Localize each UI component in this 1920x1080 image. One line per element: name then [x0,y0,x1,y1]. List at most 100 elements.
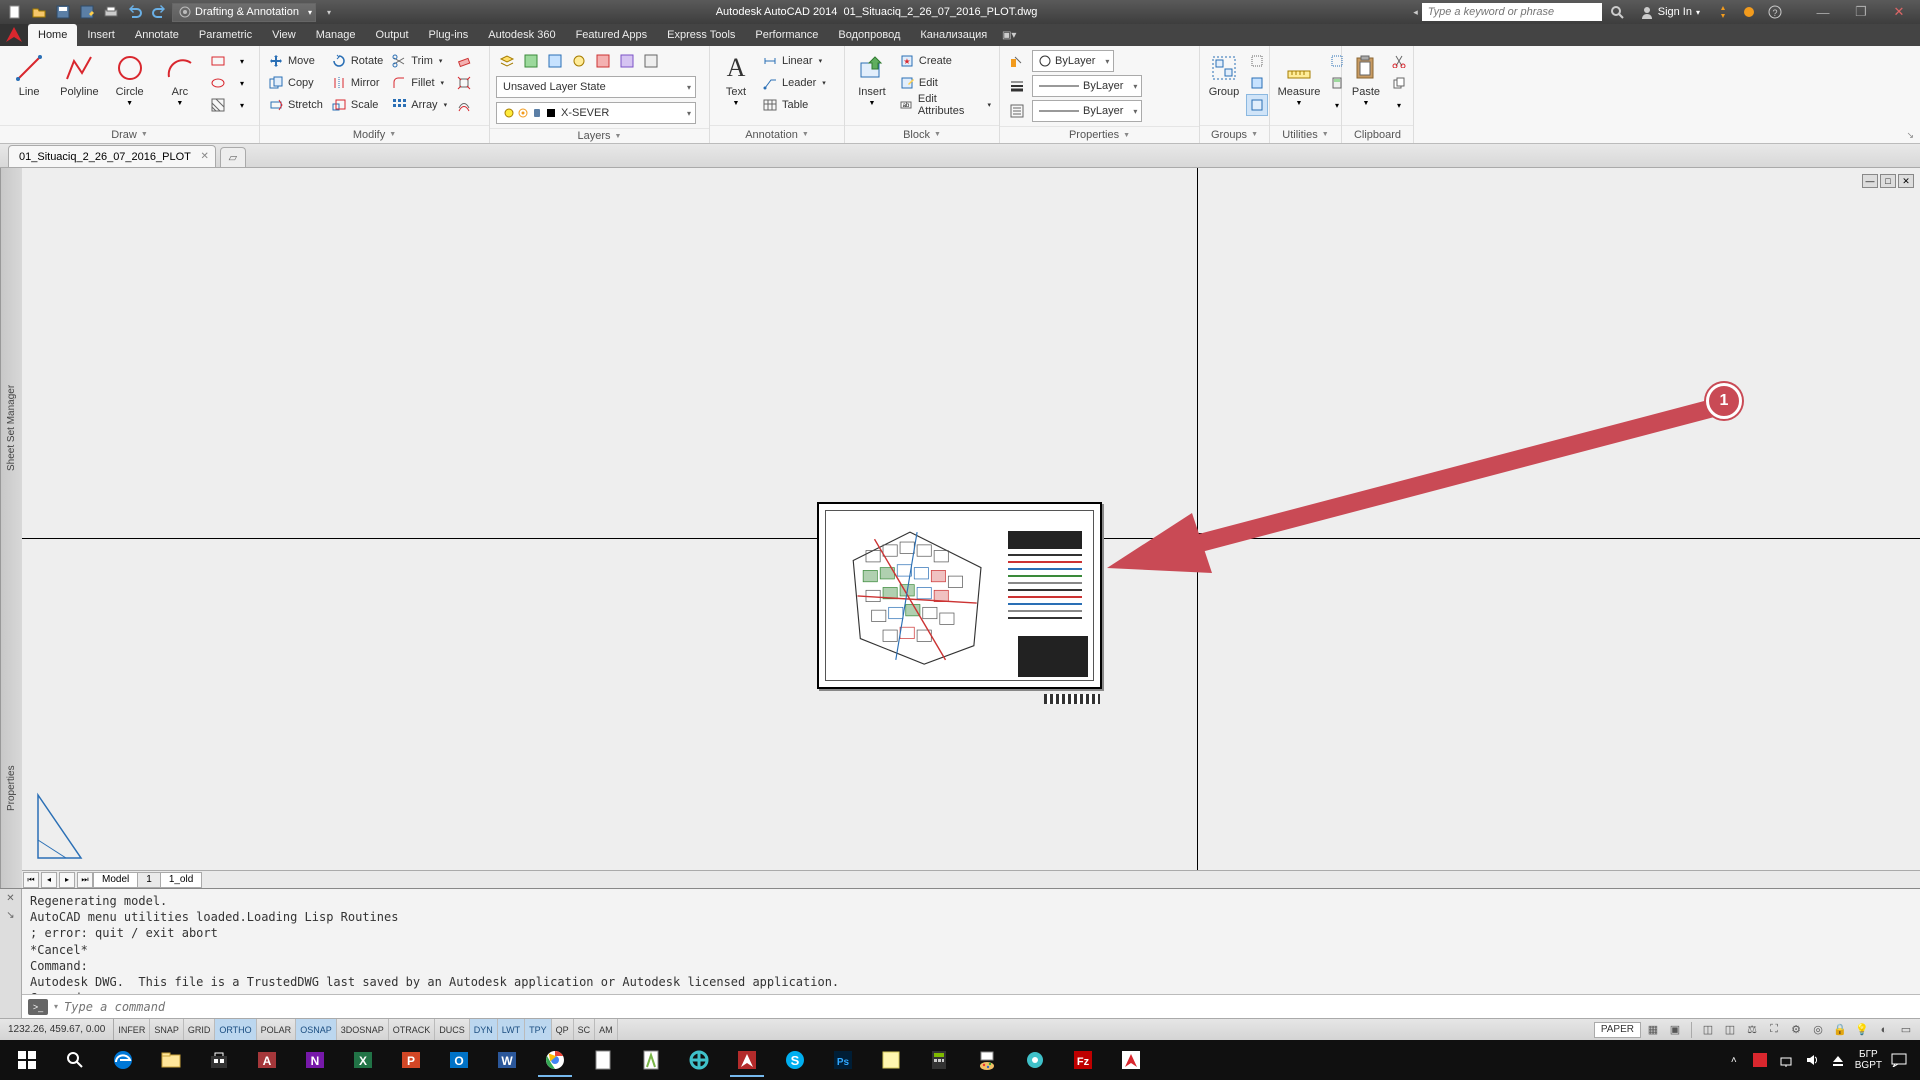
access-icon[interactable]: A [244,1043,290,1077]
vp-maximize-icon[interactable]: □ [1880,174,1896,188]
sb-gear-icon[interactable]: ⚙ [1786,1021,1806,1039]
matchprop-icon[interactable] [1006,50,1028,72]
skype-icon[interactable]: S [772,1043,818,1077]
app2-icon[interactable] [1012,1043,1058,1077]
window-minimize-button[interactable]: — [1806,2,1840,22]
tray-eject-icon[interactable] [1829,1051,1847,1069]
layerprops-icon[interactable] [496,50,518,72]
tray-app-icon[interactable] [1751,1051,1769,1069]
layer-icon6[interactable] [616,50,638,72]
sb-hardware-icon[interactable]: 💡 [1852,1021,1872,1039]
linetype-combo[interactable]: ByLayer [1032,100,1142,122]
vp-close-icon[interactable]: ✕ [1898,174,1914,188]
linear-dim-button[interactable]: Linear▾ [760,50,828,72]
status-toggle-tpy[interactable]: TPY [525,1019,552,1040]
menu-tab-водопровод[interactable]: Водопровод [828,24,910,46]
paste-button[interactable]: Paste▼ [1348,50,1384,109]
tray-chevron-icon[interactable]: ˄ [1725,1051,1743,1069]
language-indicator[interactable]: БГРBGPT [1855,1049,1882,1071]
cmdwin-close-icon[interactable]: ✕ [6,893,14,904]
menu-tab-manage[interactable]: Manage [306,24,366,46]
sb-workspace-icon[interactable]: ◎ [1808,1021,1828,1039]
qat-saveas-icon[interactable] [76,2,98,22]
edge-icon[interactable] [100,1043,146,1077]
help-search-input[interactable] [1422,3,1602,21]
lineweight-combo[interactable]: ByLayer [1032,75,1142,97]
rotate-button[interactable]: Rotate [329,50,385,72]
menu-tab-home[interactable]: Home [28,24,77,46]
new-tab-button[interactable]: ▱ [220,147,246,167]
qat-open-icon[interactable] [28,2,50,22]
onenote-icon[interactable]: N [292,1043,338,1077]
menu-tab-express-tools[interactable]: Express Tools [657,24,745,46]
layer-current-combo[interactable]: X-SEVER [496,102,696,124]
layout-nav-last-icon[interactable]: ⏭ [77,872,93,888]
search-button[interactable] [52,1043,98,1077]
sb-lock-icon[interactable]: 🔒 [1830,1021,1850,1039]
ellipse-icon[interactable] [207,72,229,94]
word-icon[interactable]: W [484,1043,530,1077]
status-toggle-dyn[interactable]: DYN [470,1019,498,1040]
linetype-icon[interactable] [1006,100,1028,122]
menu-tab-output[interactable]: Output [366,24,419,46]
explorer-icon[interactable] [148,1043,194,1077]
lineweight-icon[interactable] [1006,75,1028,97]
status-toggle-lwt[interactable]: LWT [498,1019,525,1040]
window-restore-button[interactable]: ❐ [1844,2,1878,22]
menu-tab-featured-apps[interactable]: Featured Apps [566,24,658,46]
status-toggle-snap[interactable]: SNAP [150,1019,184,1040]
menu-tab-plug-ins[interactable]: Plug-ins [419,24,479,46]
block-editattr-button[interactable]: abEdit Attributes▾ [897,94,993,116]
text-button[interactable]: AText▼ [716,50,756,109]
layout-nav-prev-icon[interactable]: ◂ [41,872,57,888]
sticky-icon[interactable] [868,1043,914,1077]
layout-tab-model[interactable]: Model [93,872,138,888]
sheet-set-manager-tab[interactable]: Sheet Set Manager [0,168,22,688]
layer-icon3[interactable] [544,50,566,72]
sb-isolate-icon[interactable]: ◐ [1874,1021,1894,1039]
app1-icon[interactable] [676,1043,722,1077]
space-toggle[interactable]: PAPER [1594,1022,1641,1038]
cmdwin-handle[interactable]: ✕ ↘ [0,889,22,1018]
tray-network-icon[interactable] [1777,1051,1795,1069]
offset-icon[interactable] [453,94,475,116]
sb-annovis-icon[interactable]: ⛶ [1764,1021,1784,1039]
filezilla-icon[interactable]: Fz [1060,1043,1106,1077]
stayconnected-icon[interactable] [1738,2,1760,22]
app-menu-button[interactable] [0,24,28,46]
color-combo[interactable]: ByLayer [1032,50,1114,72]
outlook-icon[interactable]: O [436,1043,482,1077]
menu-tab-annotate[interactable]: Annotate [125,24,189,46]
move-button[interactable]: Move [266,50,325,72]
calc-icon[interactable] [916,1043,962,1077]
block-edit-button[interactable]: Edit [897,72,993,94]
status-toggle-ortho[interactable]: ORTHO [215,1019,256,1040]
sb-quickview2-icon[interactable]: ◫ [1720,1021,1740,1039]
menu-tab-insert[interactable]: Insert [77,24,125,46]
layout-nav-next-icon[interactable]: ▸ [59,872,75,888]
copy-button[interactable]: Copy [266,72,325,94]
notepad-icon[interactable] [580,1043,626,1077]
status-toggle-am[interactable]: AM [595,1019,618,1040]
notepadpp-icon[interactable] [628,1043,674,1077]
status-toggle-ducs[interactable]: DUCS [435,1019,470,1040]
tray-volume-icon[interactable] [1803,1051,1821,1069]
draw-dd3-icon[interactable]: ▾ [231,94,253,116]
arc-button[interactable]: Arc▼ [157,50,203,109]
qat-undo-icon[interactable] [124,2,146,22]
block-create-button[interactable]: ★Create [897,50,993,72]
explode-icon[interactable] [453,72,475,94]
stretch-button[interactable]: Stretch [266,94,325,116]
ungroup-icon[interactable] [1246,50,1268,72]
autocad2-icon[interactable] [1108,1043,1154,1077]
status-toggle-polar[interactable]: POLAR [257,1019,297,1040]
cut-icon[interactable] [1388,50,1410,72]
workspace-selector[interactable]: Drafting & Annotation [172,3,316,22]
trim-button[interactable]: Trim▾ [389,50,449,72]
rectangle-icon[interactable] [207,50,229,72]
draw-dd2-icon[interactable]: ▾ [231,72,253,94]
sb-quickview-icon[interactable]: ◫ [1698,1021,1718,1039]
status-toggle-3dosnap[interactable]: 3DOSNAP [337,1019,389,1040]
group-button[interactable]: Group [1206,50,1242,100]
autocad-taskbar-icon[interactable] [724,1043,770,1077]
